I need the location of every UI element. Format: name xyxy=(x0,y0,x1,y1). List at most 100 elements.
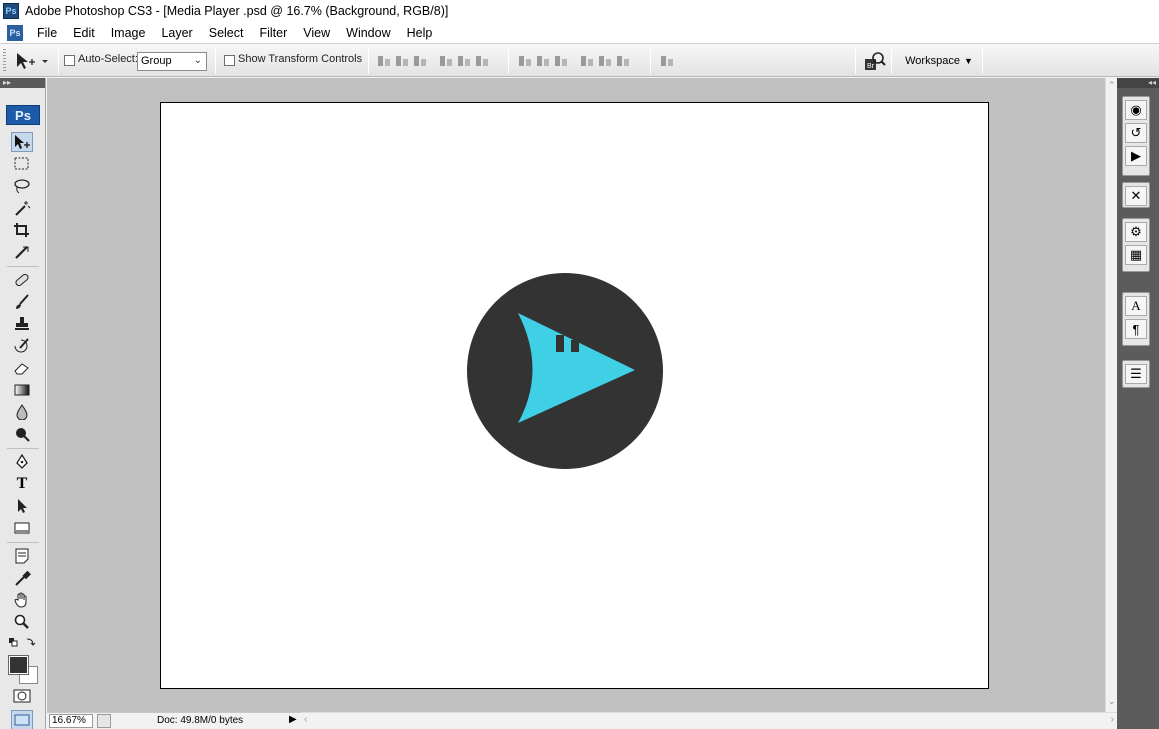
crop-icon xyxy=(14,223,29,237)
distribute-bottom-icon[interactable] xyxy=(554,53,568,69)
align-top-icon[interactable] xyxy=(377,53,391,69)
healing-brush-tool[interactable] xyxy=(11,270,33,290)
type-tool[interactable]: T xyxy=(11,474,33,494)
swap-colors-control[interactable] xyxy=(7,634,39,650)
dock-collapse-icon[interactable]: ◂◂ xyxy=(1117,78,1159,88)
auto-align-layers-icon[interactable] xyxy=(660,53,674,69)
pen-tool[interactable] xyxy=(11,452,33,472)
align-vcenter-icon[interactable] xyxy=(395,53,409,69)
chevron-down-icon: ⌄ xyxy=(193,55,202,66)
menu-help[interactable]: Help xyxy=(399,26,441,40)
distribute-right-icon[interactable] xyxy=(616,53,630,69)
actions-panel-icon[interactable]: ▶ xyxy=(1125,146,1147,166)
tool-divider xyxy=(7,266,39,267)
gradient-tool[interactable] xyxy=(11,380,33,400)
crop-tool[interactable] xyxy=(11,220,33,240)
menu-file[interactable]: File xyxy=(29,26,65,40)
type-icon: T xyxy=(16,475,28,492)
character-panel-icon[interactable]: A xyxy=(1125,296,1147,316)
document-canvas[interactable] xyxy=(160,102,989,689)
shape-tool[interactable] xyxy=(11,518,33,538)
paragraph-panel-icon[interactable]: ¶ xyxy=(1125,319,1147,339)
gradient-icon xyxy=(14,384,30,396)
caret-down-icon: ▼ xyxy=(963,56,973,66)
distribute-left-icon[interactable] xyxy=(580,53,594,69)
tool-divider xyxy=(7,542,39,543)
menu-select[interactable]: Select xyxy=(201,26,252,40)
align-hcenter-icon[interactable] xyxy=(457,53,471,69)
screen-mode-button[interactable] xyxy=(11,710,33,729)
dodge-tool[interactable] xyxy=(11,424,33,444)
distribute-top-icon[interactable] xyxy=(518,53,532,69)
history-brush-icon xyxy=(14,338,29,353)
document-icon[interactable]: Ps xyxy=(7,24,23,41)
menu-layer[interactable]: Layer xyxy=(153,26,200,40)
options-bar-grip[interactable] xyxy=(3,49,6,73)
panel-collapse-icon[interactable]: ▸▸ xyxy=(0,78,45,88)
eraser-icon xyxy=(14,363,29,375)
hand-tool[interactable] xyxy=(11,590,33,610)
status-menu-arrow-icon[interactable]: ▶ xyxy=(289,714,297,725)
foreground-color-swatch[interactable] xyxy=(8,655,29,675)
bridge-icon[interactable]: Br xyxy=(863,50,887,72)
show-transform-checkbox[interactable] xyxy=(224,55,235,66)
horizontal-scrollbar[interactable]: ‹ › xyxy=(301,712,1117,729)
marquee-tool[interactable] xyxy=(11,154,33,174)
menu-image[interactable]: Image xyxy=(103,26,154,40)
lasso-tool[interactable] xyxy=(11,176,33,196)
eyedropper-tool[interactable] xyxy=(11,568,33,588)
status-info-icon[interactable] xyxy=(97,714,111,728)
auto-select-checkbox[interactable] xyxy=(64,55,75,66)
eraser-tool[interactable] xyxy=(11,358,33,378)
align-group xyxy=(377,53,489,69)
menu-edit[interactable]: Edit xyxy=(65,26,103,40)
distribute-hcenter-icon[interactable] xyxy=(598,53,612,69)
magnifier-icon xyxy=(14,614,29,629)
workspace-button[interactable]: Workspace ▼ xyxy=(899,48,979,74)
stamp-icon xyxy=(15,317,29,330)
dodge-icon xyxy=(16,428,30,442)
align-left-icon[interactable] xyxy=(439,53,453,69)
clone-source-icon[interactable]: ▦ xyxy=(1125,245,1147,265)
quick-mask-button[interactable] xyxy=(11,686,33,706)
tool-presets-icon[interactable]: ✕ xyxy=(1125,186,1147,206)
brush-tool[interactable] xyxy=(11,292,33,312)
layer-comps-icon[interactable]: ☰ xyxy=(1125,364,1147,384)
screen-mode-icon xyxy=(14,714,30,726)
scroll-up-icon[interactable]: ⌃ xyxy=(1108,80,1116,91)
menu-filter[interactable]: Filter xyxy=(251,26,295,40)
scroll-left-icon[interactable]: ‹ xyxy=(304,714,307,725)
separator xyxy=(855,48,856,74)
align-right-icon[interactable] xyxy=(475,53,489,69)
zoom-tool[interactable] xyxy=(11,612,33,632)
dock-group-layercomps: ☰ xyxy=(1122,360,1150,388)
history-brush-tool[interactable] xyxy=(11,336,33,356)
canvas-workspace[interactable] xyxy=(47,78,1105,712)
rectangular-marquee-icon xyxy=(14,157,29,170)
separator xyxy=(891,48,892,74)
align-bottom-icon[interactable] xyxy=(413,53,427,69)
vertical-scrollbar[interactable]: ⌃ ⌄ xyxy=(1105,78,1117,712)
separator xyxy=(58,48,59,74)
move-icon xyxy=(15,135,30,149)
blur-tool[interactable] xyxy=(11,402,33,422)
svg-text:Br: Br xyxy=(867,63,875,70)
distribute-vcenter-icon[interactable] xyxy=(536,53,550,69)
zoom-level-field[interactable]: 16.67% xyxy=(49,714,93,728)
brushes-panel-icon[interactable]: ⚙ xyxy=(1125,222,1147,242)
menu-window[interactable]: Window xyxy=(338,26,398,40)
magic-wand-tool[interactable] xyxy=(11,198,33,218)
scroll-down-icon[interactable]: ⌄ xyxy=(1108,696,1116,707)
ps-logo[interactable]: Ps xyxy=(6,105,40,125)
path-selection-tool[interactable] xyxy=(11,496,33,516)
notes-tool[interactable] xyxy=(11,546,33,566)
scroll-right-icon[interactable]: › xyxy=(1111,714,1114,725)
auto-select-dropdown[interactable]: Group ⌄ xyxy=(137,52,207,71)
tool-preset-picker[interactable] xyxy=(12,50,52,72)
menu-view[interactable]: View xyxy=(295,26,338,40)
move-tool[interactable] xyxy=(11,132,33,152)
slice-tool[interactable] xyxy=(11,242,33,262)
navigator-panel-icon[interactable]: ◉ xyxy=(1125,100,1147,120)
clone-stamp-tool[interactable] xyxy=(11,314,33,334)
history-panel-icon[interactable]: ↺ xyxy=(1125,123,1147,143)
